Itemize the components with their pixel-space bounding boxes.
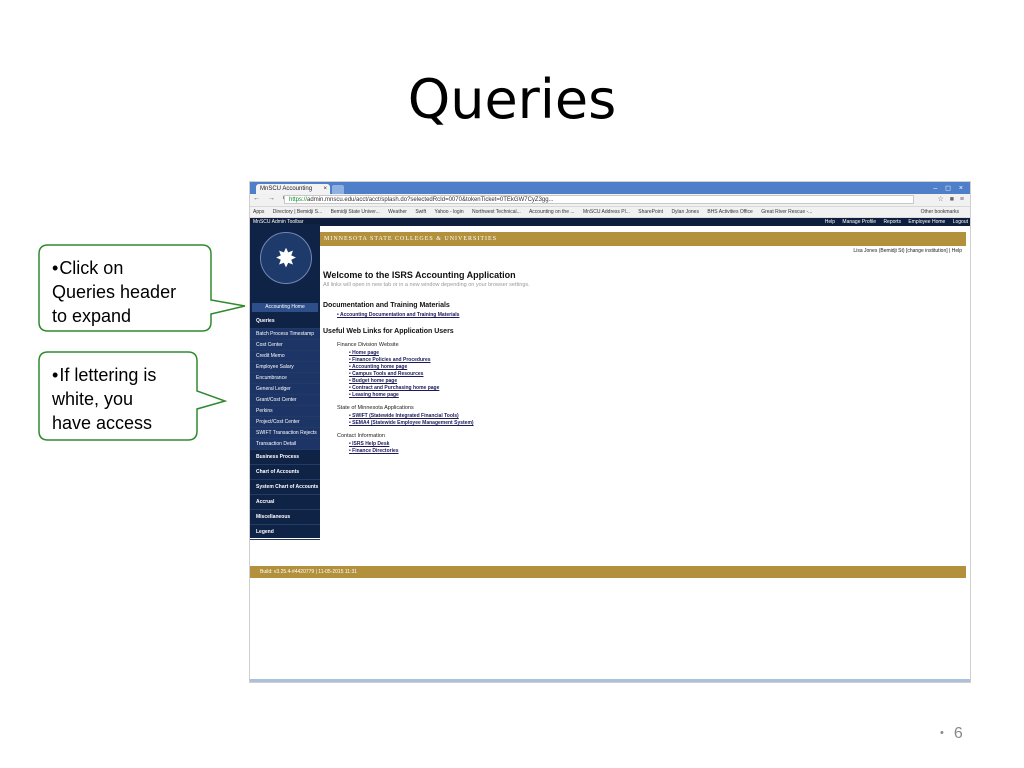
bookmark-item[interactable]: Northwest Technical... [472,209,521,215]
callout-line: to expand [52,306,132,326]
bookmarks-bar: Apps Directory | Bemidji S... Bemidji St… [250,207,970,218]
nav-accounting-home[interactable]: Accounting Home [252,303,318,312]
resource-link[interactable]: Campus Tools and Resources [323,371,953,377]
url-bar[interactable]: https://admin.mnscu.edu/acct/acct/splash… [284,195,914,204]
resource-link[interactable]: Leasing home page [323,392,953,398]
resource-link[interactable]: Contract and Purchasing home page [323,385,953,391]
resource-link[interactable]: Home page [323,350,953,356]
brand-band: MINNESOTA STATE COLLEGES & UNIVERSITIES [320,232,966,246]
bookmark-item[interactable]: Swift [415,209,426,215]
callout-click-queries: •Click on Queries header to expand [38,244,250,334]
slide-number: • 6 [940,725,963,742]
nav-item[interactable]: Miscellaneous [250,510,320,525]
callout-access-info: •If lettering is white, you have access [38,351,238,443]
nav-item[interactable]: Employee Salary [250,362,320,373]
extension-icons[interactable]: ☆ ■ ≡ [938,195,966,203]
os-taskbar [250,679,970,682]
other-bookmarks[interactable]: Other bookmarks [921,207,959,217]
callout-line: have access [52,413,153,433]
link-group-title: Contact Information [337,433,385,439]
university-seal-icon: ✸ [260,232,312,284]
nav-item[interactable]: Chart of Accounts [250,465,320,480]
nav-item[interactable]: Cost Center [250,340,320,351]
new-tab-button[interactable] [332,185,344,194]
slide-title: Queries [407,68,617,131]
resource-link[interactable]: Accounting home page [323,364,953,370]
nav-item[interactable]: SWIFT Transaction Rejects [250,428,320,439]
nav-item[interactable]: Project/Cost Center [250,417,320,428]
resource-link[interactable]: SEMA4 (Statewide Employee Management Sys… [323,420,953,426]
nav-item[interactable]: System Chart of Accounts [250,480,320,495]
browser-titlebar: MnSCU Accounting × – ◻ × [250,182,970,194]
address-row: ← → C https://admin.mnscu.edu/acct/acct/… [250,194,970,207]
resource-link[interactable]: ISRS Help Desk [323,441,953,447]
nav-item[interactable]: General Ledger [250,384,320,395]
tab-close-icon[interactable]: × [323,184,327,194]
bookmark-item[interactable]: BHS Activities Office [707,209,752,215]
link-group-title: Finance Division Website [337,342,399,348]
bookmark-item[interactable]: Great River Rescue -... [761,209,812,215]
nav-item[interactable]: Business Process [250,450,320,465]
embedded-screenshot: MnSCU Accounting × – ◻ × ← → C https://a… [249,181,971,683]
window-controls[interactable]: – ◻ × [933,184,966,192]
nav-item[interactable]: Legend [250,525,320,540]
nav-item[interactable]: Batch Process Timestamp [250,329,320,340]
accounting-app: ✸ Accounting Home Queries Batch Process T… [250,224,966,578]
resource-link[interactable]: Finance Policies and Procedures [323,357,953,363]
useful-heading: Useful Web Links for Application Users [323,328,454,335]
resource-link[interactable]: Budget home page [323,378,953,384]
bookmark-item[interactable]: Directory | Bemidji S... [273,209,322,215]
bookmark-item[interactable]: Bemidji State Univer... [331,209,380,215]
bookmark-item[interactable]: SharePoint [638,209,663,215]
doc-link[interactable]: Accounting Documentation and Training Ma… [323,312,953,318]
nav-item[interactable]: Credit Memo [250,351,320,362]
bookmark-item[interactable]: Accounting on the ... [529,209,575,215]
bookmark-item[interactable]: Weather [388,209,407,215]
welcome-title: Welcome to the ISRS Accounting Applicati… [323,270,516,280]
bookmark-item[interactable]: Yahoo - login [435,209,464,215]
bookmark-item[interactable]: Apps [253,209,264,215]
nav-item[interactable]: Transaction Detail [250,439,320,450]
resource-link[interactable]: Finance Directories [323,448,953,454]
callout-line: •If lettering is [52,365,157,385]
resource-link[interactable]: SWIFT (Statewide Integrated Financial To… [323,413,953,419]
nav-item[interactable]: Perkins [250,406,320,417]
nav-item[interactable]: Grant/Cost Center [250,395,320,406]
callout-line: white, you [52,389,134,409]
build-bar: Build: v3.25.4-#4420779 | 11-05-2015 11:… [250,566,966,578]
callout-line: Queries header [52,282,177,302]
link-group-title: State of Minnesota Applications [337,405,414,411]
bookmark-item[interactable]: Dylan Jones [671,209,699,215]
nav-list: Queries Batch Process Timestamp Cost Cente… [250,314,320,540]
nav-item[interactable]: Accrual [250,495,320,510]
user-line: Lisa Jones (Bemidji St) [change institut… [853,248,962,254]
main-content: Welcome to the ISRS Accounting Applicati… [323,270,953,455]
link-groups: Finance Division WebsiteHome pageFinance… [323,342,953,454]
nav-item[interactable]: Encumbrance [250,373,320,384]
left-nav: ✸ Accounting Home Queries Batch Process T… [250,224,320,540]
doc-heading: Documentation and Training Materials [323,302,450,309]
nav-item[interactable]: Queries [250,314,320,329]
browser-tab[interactable]: MnSCU Accounting × [256,184,330,194]
bookmark-item[interactable]: MnSCU Address Pl... [583,209,630,215]
callout-line: •Click on [52,258,124,278]
welcome-note: All links will open in new tab or in a n… [323,282,530,288]
